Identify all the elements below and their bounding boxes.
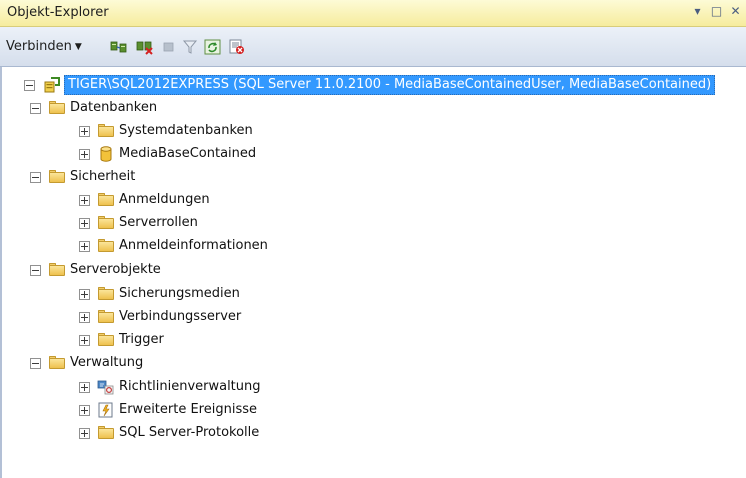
security-label[interactable]: Sicherheit <box>70 168 135 186</box>
tree-node-server[interactable]: TIGER\SQL2012EXPRESS (SQL Server 11.0.21… <box>24 74 716 96</box>
databases-label[interactable]: Datenbanken <box>70 99 157 117</box>
folder-icon <box>48 169 66 185</box>
backup-devices-label[interactable]: Sicherungsmedien <box>119 285 240 303</box>
maximize-icon[interactable]: □ <box>710 4 723 19</box>
folder-icon <box>48 355 66 371</box>
tree-node-database-mediabasecontained[interactable]: MediaBaseContained <box>79 143 256 165</box>
tree-node-linked-servers[interactable]: Verbindungsserver <box>79 306 241 328</box>
filter-icon[interactable] <box>181 39 199 55</box>
server-icon <box>44 77 60 93</box>
folder-icon <box>97 192 115 208</box>
tree-node-policy-management[interactable]: Richtlinienverwaltung <box>79 376 261 398</box>
expand-toggle-icon[interactable] <box>79 240 90 252</box>
folder-icon <box>97 425 115 441</box>
extended-events-icon <box>98 402 113 418</box>
expand-toggle-icon[interactable] <box>79 125 90 137</box>
folder-icon <box>97 332 115 348</box>
folder-icon <box>97 309 115 325</box>
expand-toggle-icon[interactable] <box>79 404 90 416</box>
server-objects-label[interactable]: Serverobjekte <box>70 261 161 279</box>
tree-node-triggers[interactable]: Trigger <box>79 329 164 351</box>
folder-icon <box>48 262 66 278</box>
tree-node-extended-events[interactable]: Erweiterte Ereignisse <box>79 399 257 421</box>
expand-toggle-icon[interactable] <box>79 217 90 229</box>
object-explorer-window: Objekt-Explorer ▾ □ ✕ Verbinden ▼ TIGER\… <box>0 0 746 478</box>
server-label[interactable]: TIGER\SQL2012EXPRESS (SQL Server 11.0.21… <box>64 75 716 95</box>
tree-node-security[interactable]: Sicherheit <box>30 166 135 188</box>
close-icon[interactable]: ✕ <box>729 4 742 19</box>
folder-icon <box>48 100 66 116</box>
policy-management-icon <box>97 380 114 395</box>
tree-node-sql-server-logs[interactable]: SQL Server-Protokolle <box>79 422 259 444</box>
logins-label[interactable]: Anmeldungen <box>119 191 210 209</box>
tree-node-credentials[interactable]: Anmeldeinformationen <box>79 235 268 257</box>
tree-node-backup-devices[interactable]: Sicherungsmedien <box>79 283 240 305</box>
management-label[interactable]: Verwaltung <box>70 354 143 372</box>
system-databases-label[interactable]: Systemdatenbanken <box>119 122 253 140</box>
expand-toggle-icon[interactable] <box>79 334 90 346</box>
disconnect-icon[interactable] <box>136 39 154 55</box>
policy-management-label[interactable]: Richtlinienverwaltung <box>119 378 261 396</box>
linked-servers-label[interactable]: Verbindungsserver <box>119 308 241 326</box>
collapse-toggle-icon[interactable] <box>30 264 41 276</box>
tree-node-system-databases[interactable]: Systemdatenbanken <box>79 120 253 142</box>
folder-icon <box>97 215 115 231</box>
collapse-toggle-icon[interactable] <box>30 357 41 369</box>
collapse-toggle-icon[interactable] <box>30 171 41 183</box>
connect-object-explorer-icon[interactable] <box>110 39 128 55</box>
connect-dropdown-button[interactable]: Verbinden ▼ <box>6 39 82 54</box>
collapse-toggle-icon[interactable] <box>24 79 35 91</box>
tree-node-management[interactable]: Verwaltung <box>30 352 143 374</box>
refresh-icon[interactable] <box>204 39 222 55</box>
expand-toggle-icon[interactable] <box>79 381 90 393</box>
collapse-toggle-icon[interactable] <box>30 102 41 114</box>
triggers-label[interactable]: Trigger <box>119 331 164 349</box>
connect-label: Verbinden <box>6 39 72 54</box>
toolbar: Verbinden ▼ <box>0 27 746 67</box>
extended-events-label[interactable]: Erweiterte Ereignisse <box>119 401 257 419</box>
chevron-down-icon: ▼ <box>74 42 82 52</box>
expand-toggle-icon[interactable] <box>79 427 90 439</box>
tree-node-logins[interactable]: Anmeldungen <box>79 189 210 211</box>
server-roles-label[interactable]: Serverrollen <box>119 214 198 232</box>
stop-icon[interactable] <box>160 39 178 55</box>
sql-server-logs-label[interactable]: SQL Server-Protokolle <box>119 424 259 442</box>
object-explorer-tree[interactable]: TIGER\SQL2012EXPRESS (SQL Server 11.0.21… <box>0 67 746 478</box>
title-bar[interactable]: Objekt-Explorer ▾ □ ✕ <box>0 0 746 27</box>
credentials-label[interactable]: Anmeldeinformationen <box>119 237 268 255</box>
summary-report-icon[interactable] <box>228 39 246 55</box>
folder-icon <box>97 286 115 302</box>
expand-toggle-icon[interactable] <box>79 288 90 300</box>
window-title: Objekt-Explorer <box>7 5 109 20</box>
tree-node-databases[interactable]: Datenbanken <box>30 97 157 119</box>
folder-icon <box>97 123 115 139</box>
database-icon <box>100 146 112 162</box>
tree-node-server-roles[interactable]: Serverrollen <box>79 212 198 234</box>
expand-toggle-icon[interactable] <box>79 194 90 206</box>
window-controls: ▾ □ ✕ <box>691 4 742 19</box>
tree-node-server-objects[interactable]: Serverobjekte <box>30 259 161 281</box>
expand-toggle-icon[interactable] <box>79 148 90 160</box>
database-label[interactable]: MediaBaseContained <box>119 145 256 163</box>
expand-toggle-icon[interactable] <box>79 311 90 323</box>
folder-icon <box>97 238 115 254</box>
window-position-dropdown-icon[interactable]: ▾ <box>691 4 704 19</box>
